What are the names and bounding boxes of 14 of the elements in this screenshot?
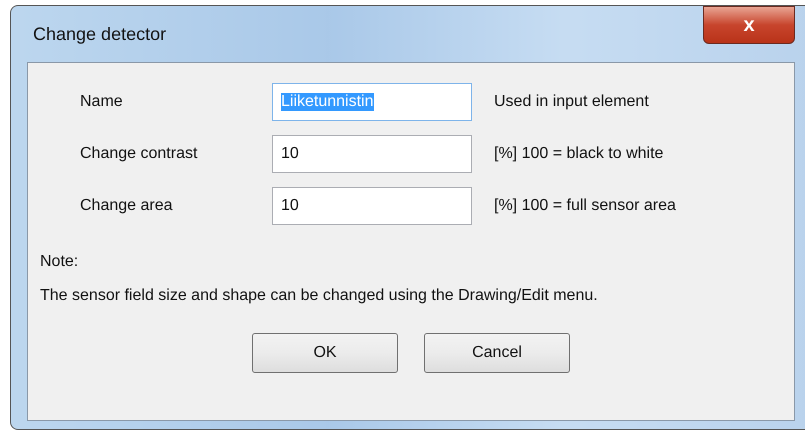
- ok-button[interactable]: OK: [252, 333, 398, 373]
- input-field[interactable]: 10: [272, 135, 472, 173]
- input-field[interactable]: 10: [272, 187, 472, 225]
- note-heading: Note:: [40, 253, 80, 271]
- field-label: Name: [80, 93, 124, 111]
- close-button[interactable]: x: [703, 6, 795, 44]
- cancel-button[interactable]: Cancel: [424, 333, 570, 373]
- field-label: Change area: [80, 197, 174, 215]
- note-text: The sensor field size and shape can be changed using the Drawing/Edit menu.: [40, 287, 599, 305]
- field-label: Change contrast: [80, 145, 198, 163]
- field-hint: Used in input element: [494, 93, 650, 111]
- field-hint: [%] 100 = full sensor area: [494, 197, 677, 215]
- field-hint: [%] 100 = black to white: [494, 145, 664, 163]
- window-title: Change detector: [33, 24, 166, 44]
